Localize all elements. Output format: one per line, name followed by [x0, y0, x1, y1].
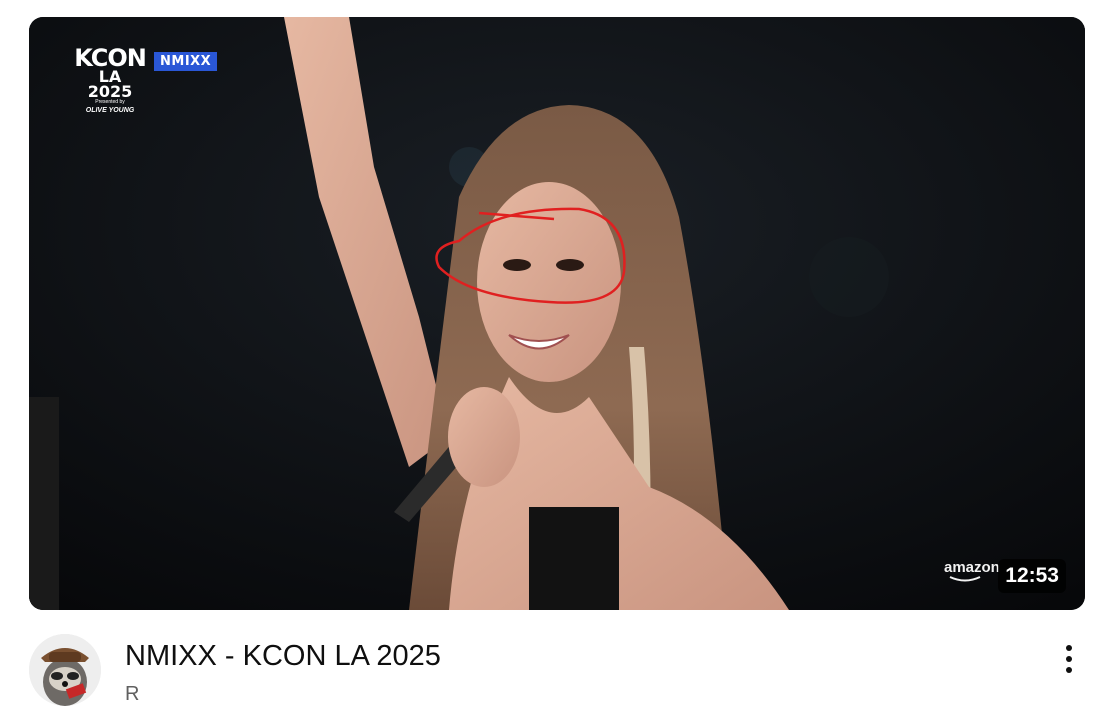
channel-avatar[interactable] [29, 634, 101, 706]
video-thumbnail[interactable]: KCON LA 2025 Presented by OLIVE YOUNG NM… [29, 17, 1085, 610]
artist-tag: NMIXX [154, 52, 218, 71]
duration-badge: 12:53 [998, 559, 1066, 593]
video-title[interactable]: NMIXX - KCON LA 2025 [125, 640, 441, 673]
presented-by-label: Presented by [95, 99, 125, 105]
amazon-smile-icon [949, 576, 981, 582]
provider-watermark-text: amazon [944, 559, 1000, 576]
provider-watermark: amazon [944, 559, 1000, 582]
vertical-ellipsis-icon [1066, 645, 1072, 673]
event-logo-line1: KCON [74, 44, 147, 72]
event-logo: KCON LA 2025 Presented by OLIVE YOUNG [65, 44, 155, 137]
thumbnail-scene-image [29, 17, 1085, 610]
raccoon-avatar-icon [29, 634, 101, 706]
channel-name[interactable]: R [125, 683, 139, 706]
more-actions-button[interactable] [1054, 640, 1084, 680]
event-logo-line3: 2025 [87, 82, 133, 101]
sponsor-label: OLIVE YOUNG [85, 107, 135, 114]
